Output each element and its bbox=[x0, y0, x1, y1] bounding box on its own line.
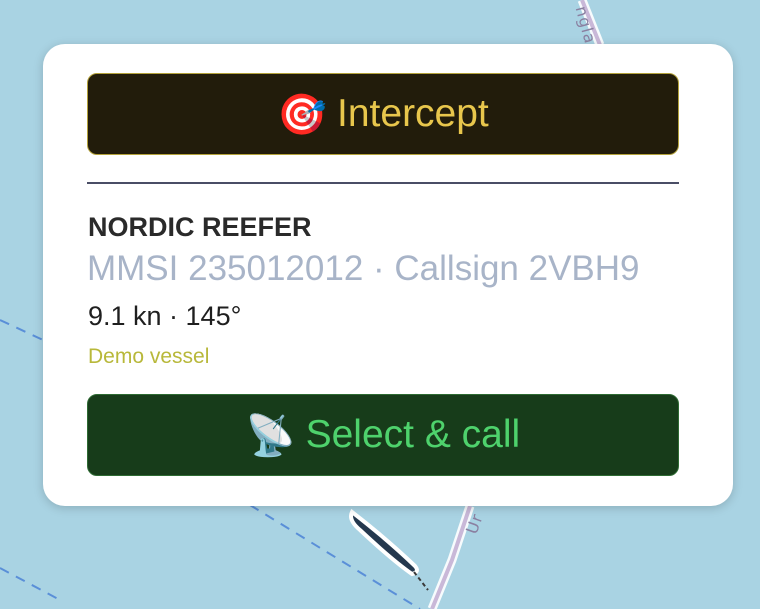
select-call-button-label: Select & call bbox=[305, 413, 521, 456]
vessel-speed-heading: 9.1 kn · 145° bbox=[88, 301, 242, 331]
intercept-button-label: Intercept bbox=[337, 92, 489, 135]
satellite-dish-icon: 📡 bbox=[245, 412, 296, 459]
intercept-button[interactable]: 🎯 Intercept bbox=[87, 73, 679, 155]
vessel-note: Demo vessel bbox=[88, 345, 210, 368]
select-call-button[interactable]: 📡 Select & call bbox=[87, 394, 679, 476]
target-icon: 🎯 bbox=[277, 91, 328, 138]
vessel-popup: 🎯 Intercept NORDIC REEFER MMSI 235012012… bbox=[43, 44, 733, 506]
vessel-ids: MMSI 235012012 · Callsign 2VBH9 bbox=[87, 249, 640, 288]
divider bbox=[87, 182, 679, 184]
vessel-name: NORDIC REEFER bbox=[88, 212, 312, 242]
